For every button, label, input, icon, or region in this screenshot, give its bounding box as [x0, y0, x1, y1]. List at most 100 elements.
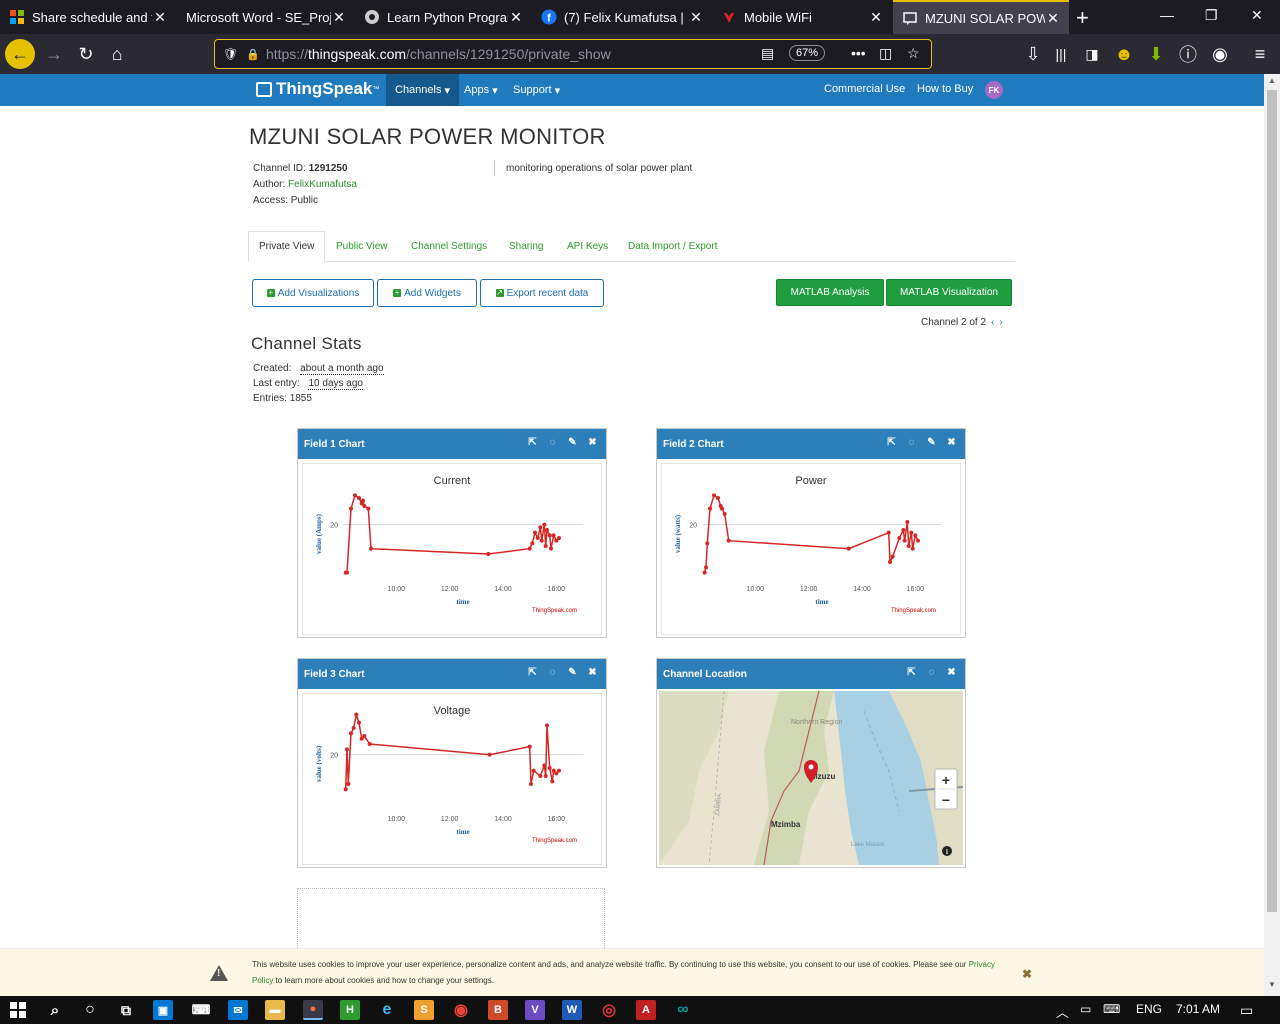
tab-channel-settings[interactable]: Channel Settings	[401, 231, 497, 262]
chevron-left-icon[interactable]: ‹	[991, 317, 994, 328]
comment-icon[interactable]: ◌	[926, 667, 937, 678]
zoom-out-button[interactable]: −	[942, 792, 950, 808]
chrome-icon[interactable]: ◉	[451, 1000, 471, 1020]
menu-icon[interactable]: ≡	[1244, 38, 1276, 70]
close-icon[interactable]: ✕	[331, 9, 347, 26]
extension-avatar-icon[interactable]: ◉	[1204, 38, 1236, 70]
scroll-up-icon[interactable]: ▲	[1268, 76, 1276, 85]
scroll-thumb[interactable]	[1267, 90, 1277, 912]
minimize-icon[interactable]: —	[1160, 7, 1174, 23]
visual-studio-icon[interactable]: V	[525, 1000, 545, 1020]
tab-api-keys[interactable]: API Keys	[557, 231, 618, 262]
url-text[interactable]: https://thingspeak.com/channels/1291250/…	[266, 46, 611, 62]
comment-icon[interactable]: ◌	[547, 437, 558, 448]
keyboard-icon[interactable]: ⌨	[191, 1000, 211, 1020]
task-view-icon[interactable]: ⧉	[116, 1000, 136, 1020]
network-icon[interactable]: ▭	[1080, 1002, 1091, 1016]
add-widgets-button[interactable]: + Add Widgets	[377, 279, 477, 307]
zoom-in-button[interactable]: +	[942, 772, 950, 788]
app-h-icon[interactable]: H	[340, 1000, 360, 1020]
close-icon[interactable]: ✕	[152, 9, 168, 26]
close-icon[interactable]: ✖	[946, 667, 957, 678]
edit-pencil-icon[interactable]: ✎	[567, 667, 578, 678]
extension-download-icon[interactable]: ⬇	[1140, 38, 1172, 70]
mail-icon[interactable]: ✉	[228, 1000, 248, 1020]
export-recent-data-button[interactable]: ↗ Export recent data	[480, 279, 604, 307]
nav-channels[interactable]: Channels ▾	[386, 74, 460, 106]
external-link-icon[interactable]: ⇱	[527, 437, 538, 448]
close-icon[interactable]: ✕	[1045, 10, 1061, 27]
cookie-close-icon[interactable]: ✖	[1022, 967, 1032, 981]
shield-icon[interactable]: 🛡	[223, 47, 238, 61]
tab-sharing[interactable]: Sharing	[499, 231, 553, 262]
word-icon[interactable]: W	[562, 1000, 582, 1020]
home-button[interactable]: ⌂	[101, 38, 133, 70]
browser-tab[interactable]: Microsoft Word - SE_Proje ✕	[176, 0, 355, 34]
browser-tab[interactable]: Learn Python Program ✕	[355, 0, 532, 34]
close-icon[interactable]: ✖	[587, 667, 598, 678]
reader-view-icon[interactable]: ▤	[761, 45, 774, 62]
edge-icon[interactable]: e	[377, 1000, 397, 1020]
zoom-level[interactable]: 67%	[789, 45, 826, 61]
how-to-buy-link[interactable]: How to Buy	[917, 83, 973, 95]
scrollbar[interactable]: ▲ ▼	[1264, 74, 1280, 996]
chevron-right-icon[interactable]: ›	[999, 317, 1002, 328]
nav-apps[interactable]: Apps ▾	[455, 74, 507, 106]
external-link-icon[interactable]: ⇱	[527, 667, 538, 678]
map-canvas[interactable]: Northern Region Mzuzu Mzimba ZAMBIA Lake…	[659, 691, 963, 865]
url-bar[interactable]: 🛡 🔒 https://thingspeak.com/channels/1291…	[214, 39, 932, 69]
tab-data-import-export[interactable]: Data Import / Export	[618, 231, 727, 262]
tab-public-view[interactable]: Public View	[326, 231, 398, 262]
back-button[interactable]: ←	[5, 39, 35, 69]
sidebar-icon[interactable]: ◨	[1076, 38, 1108, 70]
close-icon[interactable]: ✕	[688, 9, 704, 26]
pocket-icon[interactable]: ◫	[879, 45, 892, 62]
close-icon[interactable]: ✖	[587, 437, 598, 448]
library-icon[interactable]: |||	[1045, 38, 1077, 70]
notification-icon[interactable]: ▭	[1240, 1002, 1253, 1019]
thingspeak-logo[interactable]: ThingSpeak ™	[256, 79, 379, 99]
nav-support[interactable]: Support ▾	[504, 74, 569, 106]
new-tab-button[interactable]: +	[1076, 5, 1089, 31]
close-icon[interactable]: ✕	[508, 9, 524, 26]
tab-private-view[interactable]: Private View	[248, 231, 326, 262]
add-visualizations-button[interactable]: + Add Visualizations	[252, 279, 374, 307]
firefox-icon[interactable]: ●	[303, 1000, 323, 1020]
cortana-icon[interactable]: ○	[80, 1000, 100, 1020]
matlab-visualization-button[interactable]: MATLAB Visualization	[886, 279, 1012, 306]
acrobat-icon[interactable]: A	[636, 1000, 656, 1020]
close-icon[interactable]: ✕	[868, 9, 884, 26]
browser-tab-active[interactable]: MZUNI SOLAR POWER ✕	[893, 0, 1069, 34]
reload-button[interactable]: ↻	[70, 38, 102, 70]
clock[interactable]: 7:01 AM	[1176, 1002, 1220, 1016]
browser-tab[interactable]: f (7) Felix Kumafutsa | F ✕	[532, 0, 712, 34]
avatar[interactable]: FK	[985, 81, 1003, 99]
more-actions-icon[interactable]: •••	[851, 45, 866, 61]
forward-button[interactable]: →	[38, 38, 70, 70]
edit-pencil-icon[interactable]: ✎	[926, 437, 937, 448]
keyboard-tray-icon[interactable]: ⌨	[1103, 1002, 1120, 1016]
comment-icon[interactable]: ◌	[906, 437, 917, 448]
app-orange-icon[interactable]: B	[488, 1000, 508, 1020]
browser-tab[interactable]: Mobile WiFi ✕	[712, 0, 892, 34]
lock-icon[interactable]: 🔒	[246, 48, 260, 61]
extension-icon[interactable]: ⓘ	[1172, 38, 1204, 70]
language-indicator[interactable]: ENG	[1136, 1002, 1162, 1016]
sublime-icon[interactable]: S	[414, 1000, 434, 1020]
browser-tab[interactable]: Share schedule and ta ✕	[0, 0, 176, 34]
location-map[interactable]: Northern Region Mzuzu Mzimba ZAMBIA Lake…	[659, 691, 963, 865]
arduino-icon[interactable]: ∞	[673, 1000, 693, 1020]
file-explorer-icon[interactable]: ▬	[265, 1000, 285, 1020]
commercial-use-link[interactable]: Commercial Use	[824, 83, 905, 95]
edit-pencil-icon[interactable]: ✎	[567, 437, 578, 448]
close-icon[interactable]: ✖	[946, 437, 957, 448]
windows-start-icon[interactable]	[8, 1000, 28, 1020]
account-icon[interactable]: ☻	[1108, 38, 1140, 70]
comment-icon[interactable]: ◌	[547, 667, 558, 678]
search-icon[interactable]: ⌕	[45, 1000, 65, 1020]
matlab-analysis-button[interactable]: MATLAB Analysis	[776, 279, 884, 306]
window-close-icon[interactable]: ✕	[1251, 7, 1263, 24]
chevron-up-icon[interactable]: ︿	[1056, 1002, 1069, 1021]
store-icon[interactable]: ▣	[153, 1000, 173, 1020]
bookmark-star-icon[interactable]: ☆	[907, 45, 920, 62]
